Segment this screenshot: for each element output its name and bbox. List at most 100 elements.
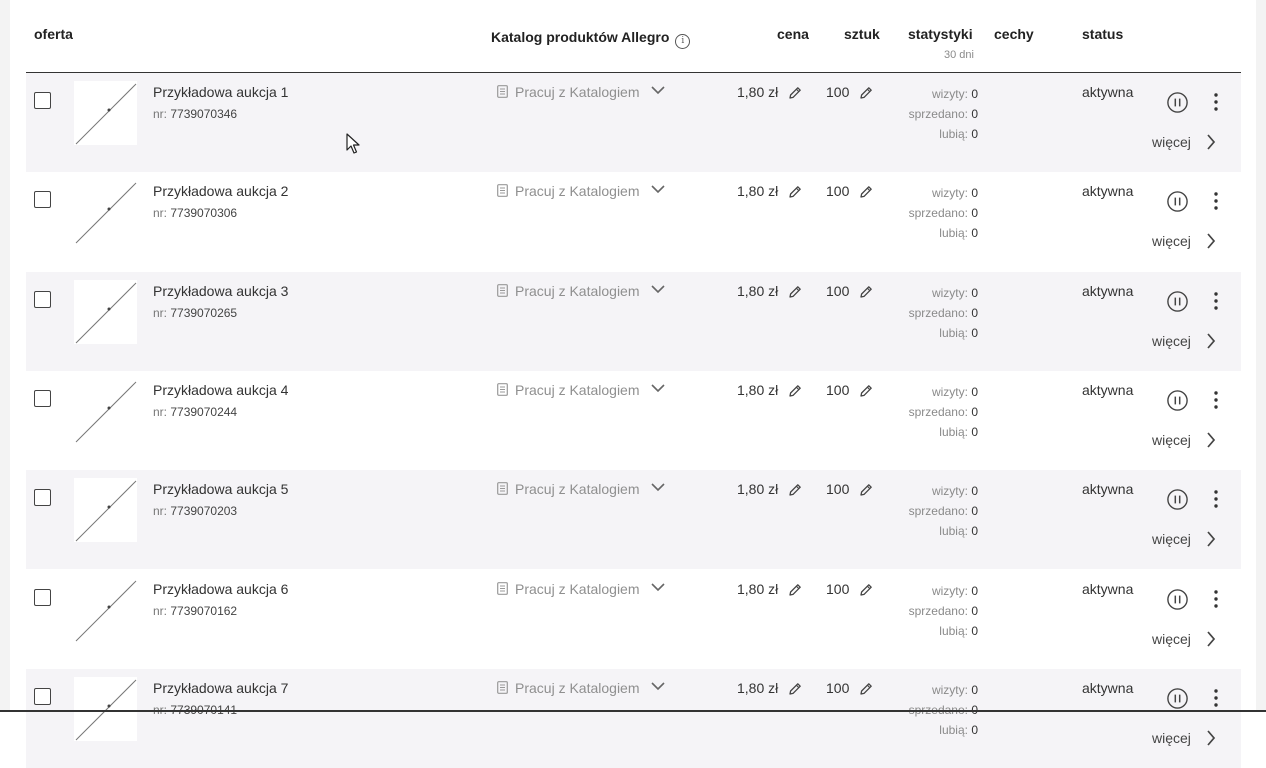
offer-thumbnail[interactable] [74,180,137,244]
offer-title[interactable]: Przykładowa aukcja 7 [153,680,288,696]
kebab-menu-icon[interactable] [1212,390,1220,410]
header-price[interactable]: cena [777,26,809,42]
chevron-down-icon[interactable] [651,285,665,294]
pencil-icon[interactable] [859,583,873,597]
catalog-action-link[interactable]: Pracuj z Katalogiem [515,283,640,299]
header-features: cechy [994,26,1034,42]
offer-thumbnail[interactable] [74,81,137,145]
pencil-icon[interactable] [859,285,873,299]
chevron-right-icon[interactable] [1206,729,1216,747]
offer-title[interactable]: Przykładowa aukcja 4 [153,382,288,398]
more-link[interactable]: więcej [1152,333,1191,349]
info-icon[interactable]: i [675,34,691,49]
offer-status: aktywna [1082,283,1134,299]
kebab-menu-icon[interactable] [1212,92,1220,112]
chevron-right-icon[interactable] [1206,332,1216,350]
pause-icon[interactable] [1167,390,1188,411]
catalog-action-link[interactable]: Pracuj z Katalogiem [515,481,640,497]
pause-icon[interactable] [1167,92,1188,113]
offer-quantity: 100 [826,283,850,299]
stat-sold: sprzedano: 0 [909,206,978,220]
pause-icon[interactable] [1167,589,1188,610]
pencil-icon[interactable] [788,285,802,299]
chevron-down-icon[interactable] [651,185,665,194]
more-link[interactable]: więcej [1152,531,1191,547]
kebab-menu-icon[interactable] [1212,291,1220,311]
row-checkbox[interactable] [34,589,51,606]
chevron-right-icon[interactable] [1206,630,1216,648]
more-link[interactable]: więcej [1152,631,1191,647]
chevron-down-icon[interactable] [651,483,665,492]
table-row: Przykładowa aukcja 4 nr: 7739070244 Prac… [26,371,1241,470]
more-link[interactable]: więcej [1152,432,1191,448]
pencil-icon[interactable] [859,384,873,398]
pencil-icon[interactable] [859,86,873,100]
row-checkbox[interactable] [34,92,51,109]
chevron-right-icon[interactable] [1206,133,1216,151]
offer-title[interactable]: Przykładowa aukcja 5 [153,481,288,497]
catalog-action-link[interactable]: Pracuj z Katalogiem [515,183,640,199]
pencil-icon[interactable] [788,682,802,696]
chevron-right-icon[interactable] [1206,431,1216,449]
stat-likes-value: 0 [971,326,978,340]
offer-thumbnail[interactable] [74,379,137,443]
stat-visits: wizyty: 0 [932,484,978,498]
pencil-icon[interactable] [788,384,802,398]
stat-visits-value: 0 [971,87,978,101]
header-stats[interactable]: statystyki [908,26,973,42]
chevron-down-icon[interactable] [651,583,665,592]
row-checkbox[interactable] [34,390,51,407]
header-status[interactable]: status [1082,26,1123,42]
more-link[interactable]: więcej [1152,233,1191,249]
pencil-icon[interactable] [859,682,873,696]
stat-visits-value: 0 [971,584,978,598]
document-icon [497,184,508,197]
pencil-icon[interactable] [788,86,802,100]
kebab-menu-icon[interactable] [1212,589,1220,609]
pause-icon[interactable] [1167,688,1188,709]
stat-likes: lubią: 0 [939,524,978,538]
catalog-action-link[interactable]: Pracuj z Katalogiem [515,382,640,398]
more-link[interactable]: więcej [1152,134,1191,150]
header-offer[interactable]: oferta [34,26,73,42]
row-checkbox[interactable] [34,688,51,705]
row-checkbox[interactable] [34,291,51,308]
header-qty[interactable]: sztuk [844,26,880,42]
left-page-edge [0,0,10,712]
pencil-icon[interactable] [788,483,802,497]
offer-title[interactable]: Przykładowa aukcja 3 [153,283,288,299]
pencil-icon[interactable] [788,185,802,199]
kebab-menu-icon[interactable] [1212,191,1220,211]
pause-icon[interactable] [1167,489,1188,510]
chevron-right-icon[interactable] [1206,530,1216,548]
pencil-icon[interactable] [859,483,873,497]
row-checkbox[interactable] [34,489,51,506]
pause-icon[interactable] [1167,291,1188,312]
catalog-action-link[interactable]: Pracuj z Katalogiem [515,581,640,597]
more-link[interactable]: więcej [1152,730,1191,746]
stat-visits-label: wizyty: [931,584,968,598]
offer-thumbnail[interactable] [74,677,137,741]
offer-title[interactable]: Przykładowa aukcja 6 [153,581,288,597]
offer-price: 1,80 zł [737,183,779,199]
stat-likes-value: 0 [971,127,978,141]
kebab-menu-icon[interactable] [1212,489,1220,509]
offer-title[interactable]: Przykładowa aukcja 2 [153,183,288,199]
offer-thumbnail[interactable] [74,478,137,542]
chevron-down-icon[interactable] [651,682,665,691]
pause-icon[interactable] [1167,191,1188,212]
stat-visits-value: 0 [971,385,978,399]
offer-title[interactable]: Przykładowa aukcja 1 [153,84,288,100]
chevron-down-icon[interactable] [651,384,665,393]
stat-visits-label: wizyty: [931,286,968,300]
chevron-right-icon[interactable] [1206,232,1216,250]
pencil-icon[interactable] [859,185,873,199]
chevron-down-icon[interactable] [651,86,665,95]
offer-thumbnail[interactable] [74,578,137,642]
catalog-action-link[interactable]: Pracuj z Katalogiem [515,680,640,696]
catalog-action-link[interactable]: Pracuj z Katalogiem [515,84,640,100]
offer-thumbnail[interactable] [74,280,137,344]
pencil-icon[interactable] [788,583,802,597]
row-checkbox[interactable] [34,191,51,208]
kebab-menu-icon[interactable] [1212,688,1220,708]
